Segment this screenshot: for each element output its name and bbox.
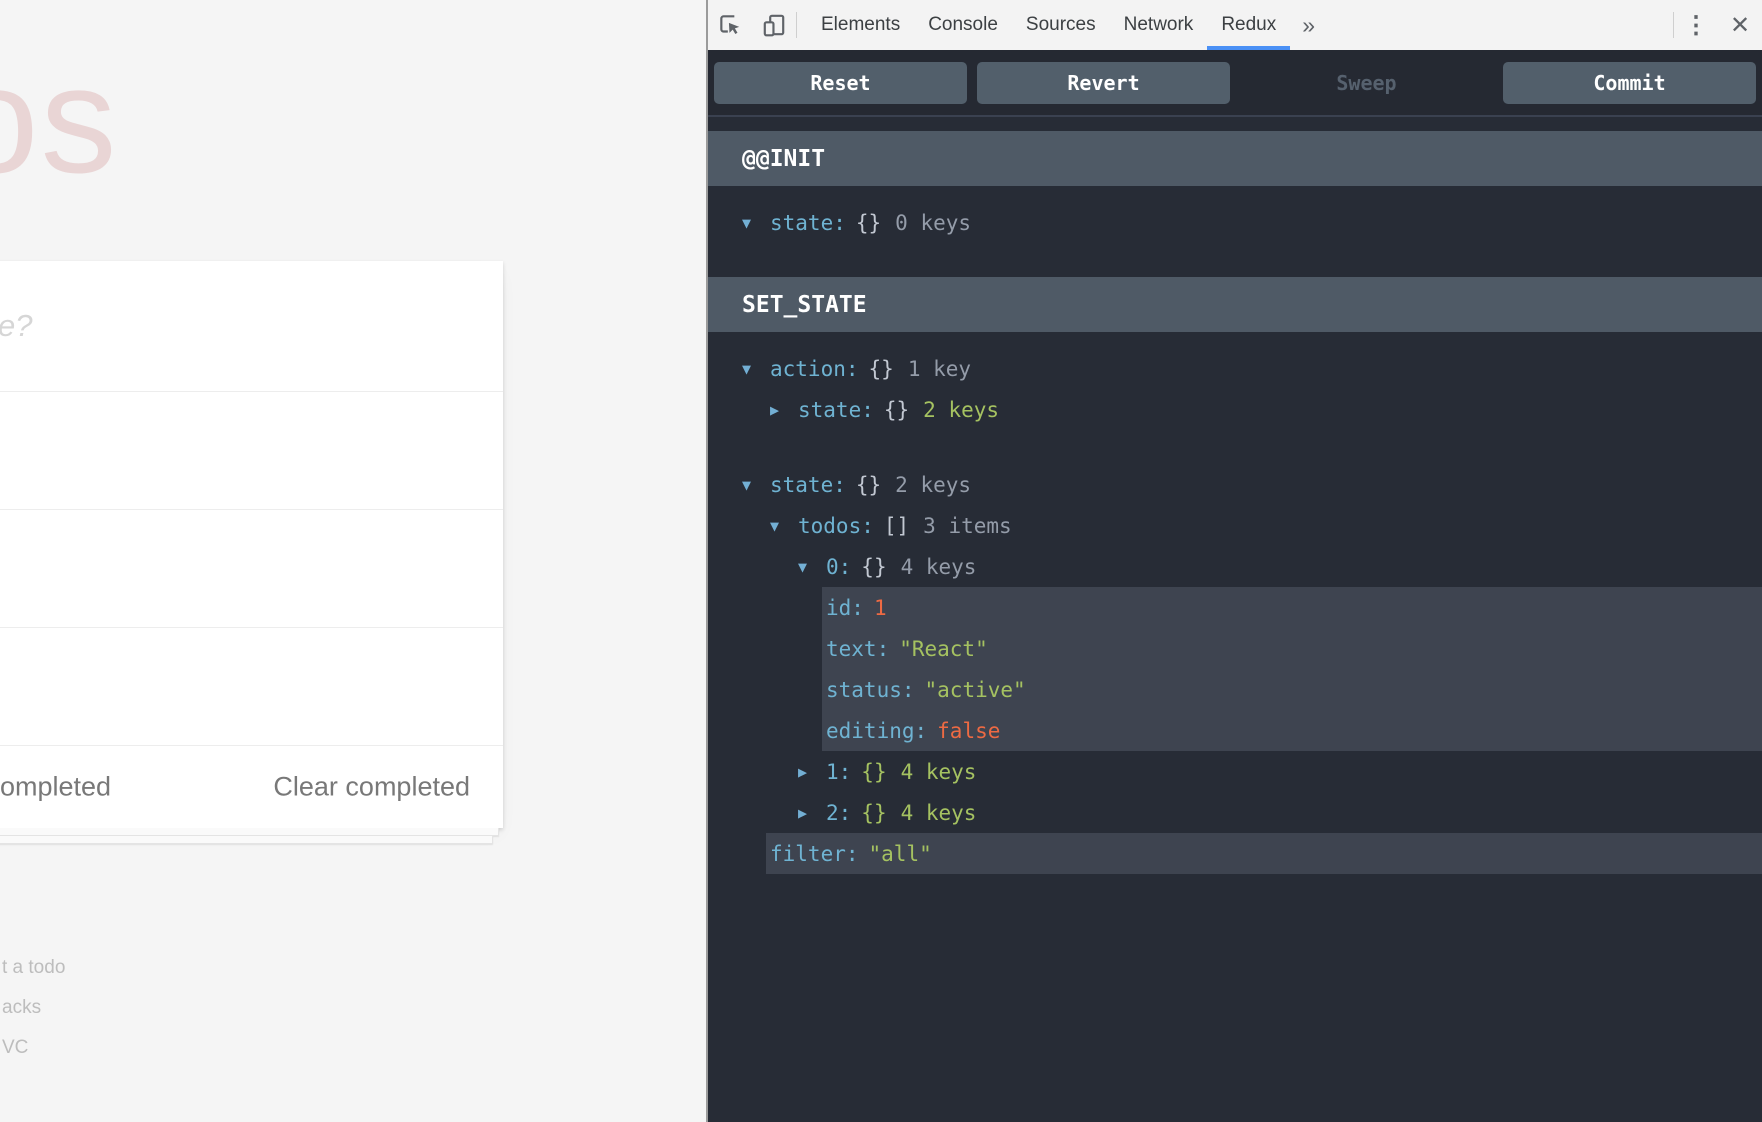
todo-card: ompleted Clear completed bbox=[0, 261, 503, 828]
action-header[interactable]: SET_STATE bbox=[708, 277, 1762, 332]
new-todo-input[interactable] bbox=[0, 261, 503, 391]
tab-console[interactable]: Console bbox=[914, 0, 1012, 50]
tree-row-0[interactable]: ▼ 0: {} 4 keys bbox=[708, 546, 1762, 587]
tree-key: id: bbox=[826, 595, 864, 620]
stacked-sheet bbox=[0, 828, 499, 836]
tree-braces: {} bbox=[861, 759, 887, 784]
tree-value: false bbox=[937, 718, 1001, 743]
tree-row-todos[interactable]: ▼ todos: [] 3 items bbox=[708, 505, 1762, 546]
tree-row-status: status: "active" bbox=[708, 669, 1762, 710]
devtools-menu-kebab-icon[interactable]: ⋮ bbox=[1674, 0, 1718, 50]
tree-key: editing: bbox=[826, 718, 928, 743]
todo-item-row[interactable] bbox=[0, 627, 503, 745]
tab-redux[interactable]: Redux bbox=[1207, 0, 1291, 50]
tree-row-1[interactable]: ▶ 1: {} 4 keys bbox=[708, 751, 1762, 792]
todo-footer: ompleted Clear completed bbox=[0, 745, 503, 828]
stacked-sheet bbox=[0, 836, 493, 844]
tree-key: text: bbox=[826, 636, 890, 661]
expand-arrow-icon[interactable]: ▶ bbox=[798, 804, 826, 822]
tree-row-action[interactable]: ▼ action: {} 1 key bbox=[708, 348, 1762, 389]
collapse-arrow-icon[interactable]: ▼ bbox=[798, 558, 826, 576]
tree-braces: {} bbox=[855, 210, 882, 235]
redux-toolbar: Reset Revert Sweep Commit bbox=[708, 50, 1762, 117]
devtools-tabs: Elements Console Sources Network Redux bbox=[807, 0, 1291, 50]
filter-completed-link[interactable]: ompleted bbox=[0, 772, 111, 803]
app-title: os bbox=[0, 35, 119, 205]
tree-count: 4 keys bbox=[900, 759, 977, 784]
clear-completed-button[interactable]: Clear completed bbox=[273, 772, 470, 803]
tree-braces: {} bbox=[883, 397, 910, 422]
tree-row-state[interactable]: ▶ state: {} 2 keys bbox=[708, 389, 1762, 430]
expand-arrow-icon[interactable]: ▶ bbox=[770, 401, 798, 419]
collapse-arrow-icon[interactable]: ▼ bbox=[742, 476, 770, 494]
tree-row-id: id: 1 bbox=[708, 587, 1762, 628]
tree-key: state: bbox=[798, 397, 874, 422]
tree-key: status: bbox=[826, 677, 915, 702]
devtools-panel: Elements Console Sources Network Redux » ⋮ ✕… bbox=[706, 0, 1762, 1122]
tree-row-state[interactable]: ▼ state: {} 2 keys bbox=[708, 464, 1762, 505]
app-info-footer: t a todo acks VC bbox=[2, 948, 65, 1068]
new-todo-row bbox=[0, 261, 503, 391]
tree-row-editing: editing: false bbox=[708, 710, 1762, 751]
collapse-arrow-icon[interactable]: ▼ bbox=[742, 360, 770, 378]
tree-key: todos: bbox=[798, 513, 874, 538]
tree-key: state: bbox=[770, 472, 846, 497]
tree-count: 4 keys bbox=[900, 554, 977, 579]
tree-key: filter: bbox=[770, 841, 859, 866]
action-log: @@INIT ▼ state:{} 0 keys SET_STATE ▼ action:{}… bbox=[708, 117, 1762, 1120]
tree-braces: [] bbox=[883, 513, 910, 538]
tree-count: 1 key bbox=[907, 356, 972, 381]
devtools-close-icon[interactable]: ✕ bbox=[1718, 0, 1762, 50]
tree-count: 3 items bbox=[923, 513, 1012, 538]
tree-value: "all" bbox=[868, 841, 932, 866]
tree-row-state[interactable]: ▼ state: {} 0 keys bbox=[708, 202, 1762, 243]
state-tree: ▼ state: {} 0 keys bbox=[708, 186, 1762, 263]
tree-row-filter: filter: "all" bbox=[708, 833, 1762, 874]
todo-item-row[interactable] bbox=[0, 509, 503, 627]
todo-app: os ompleted Clear completed t a todo ack… bbox=[0, 0, 706, 1122]
action-header[interactable]: @@INIT bbox=[708, 131, 1762, 186]
tree-count: 2 keys bbox=[895, 472, 972, 497]
tree-key: state: bbox=[770, 210, 846, 235]
tree-braces: {} bbox=[868, 356, 894, 381]
tab-network[interactable]: Network bbox=[1110, 0, 1208, 50]
tab-elements[interactable]: Elements bbox=[807, 0, 914, 50]
tab-sources[interactable]: Sources bbox=[1012, 0, 1110, 50]
tree-key: 2: bbox=[826, 800, 852, 825]
more-tabs-chevron-icon[interactable]: » bbox=[1290, 0, 1327, 50]
collapse-arrow-icon[interactable]: ▼ bbox=[742, 214, 770, 232]
screen: os ompleted Clear completed t a todo ack… bbox=[0, 0, 1762, 1122]
tree-key: action: bbox=[770, 356, 859, 381]
tree-braces: {} bbox=[861, 800, 887, 825]
commit-button[interactable]: Commit bbox=[1503, 61, 1756, 104]
tree-count: 2 keys bbox=[923, 397, 1000, 422]
collapse-arrow-icon[interactable]: ▼ bbox=[770, 517, 798, 535]
sweep-button: Sweep bbox=[1240, 62, 1493, 104]
device-toolbar-icon[interactable] bbox=[752, 0, 796, 50]
tree-gap bbox=[708, 430, 1762, 464]
tree-value: "React" bbox=[899, 636, 988, 661]
tree-key: 1: bbox=[826, 759, 852, 784]
tree-count: 4 keys bbox=[900, 800, 977, 825]
inspect-element-icon[interactable] bbox=[708, 0, 752, 50]
tree-value: 1 bbox=[873, 595, 887, 620]
info-line: acks bbox=[2, 997, 42, 1018]
tree-value: "active" bbox=[924, 677, 1026, 702]
state-tree: ▼ action:{} 1 key ▶ state:{} 2 keys ▼ state:{} 2… bbox=[708, 332, 1762, 894]
tabbar-separator bbox=[796, 12, 797, 38]
devtools-tabbar: Elements Console Sources Network Redux » ⋮ ✕ bbox=[708, 0, 1762, 50]
tree-row-text: text: "React" bbox=[708, 628, 1762, 669]
tree-row-2[interactable]: ▶ 2: {} 4 keys bbox=[708, 792, 1762, 833]
info-line: t a todo bbox=[2, 957, 66, 978]
revert-button[interactable]: Revert bbox=[977, 61, 1230, 104]
reset-button[interactable]: Reset bbox=[714, 61, 967, 104]
tree-count: 0 keys bbox=[895, 210, 972, 235]
tree-braces: {} bbox=[861, 554, 887, 579]
todo-item-row[interactable] bbox=[0, 391, 503, 509]
tree-braces: {} bbox=[855, 472, 882, 497]
info-line: VC bbox=[2, 1037, 29, 1058]
expand-arrow-icon[interactable]: ▶ bbox=[798, 763, 826, 781]
tree-key: 0: bbox=[826, 554, 852, 579]
